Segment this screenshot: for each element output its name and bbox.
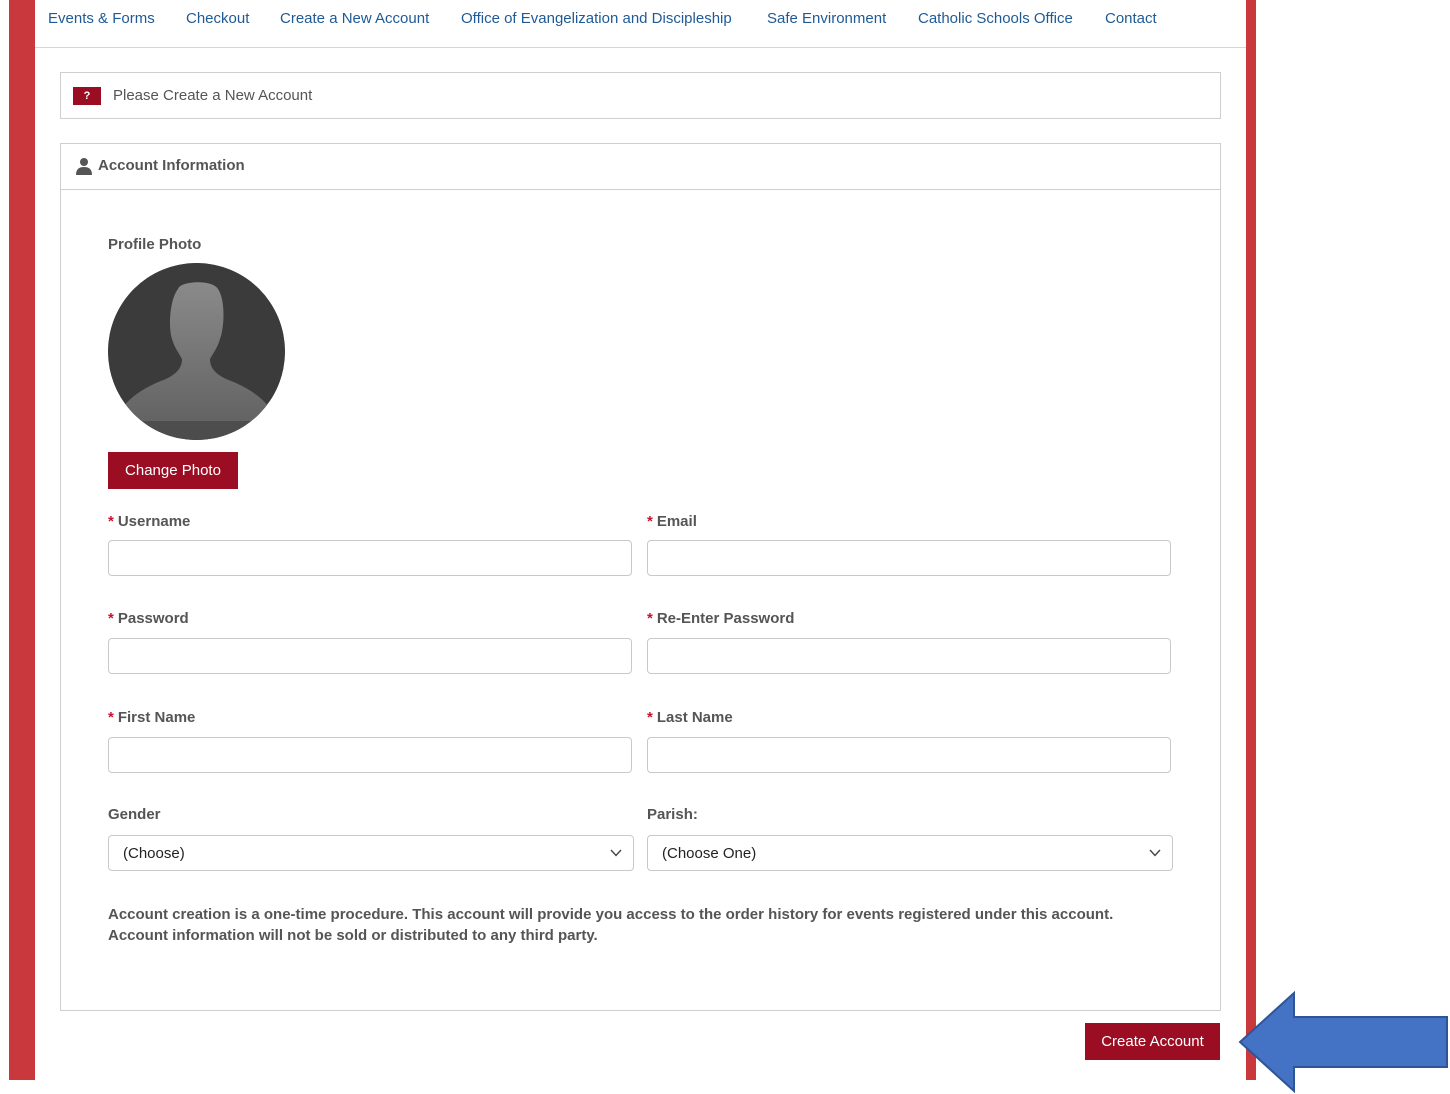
reenter-password-input[interactable] <box>647 638 1171 674</box>
default-avatar-icon <box>108 263 285 440</box>
email-input[interactable] <box>647 540 1171 576</box>
notice-text: Please Create a New Account <box>113 87 313 104</box>
first-name-label: * First Name <box>108 709 195 726</box>
pointer-arrow <box>1238 990 1448 1094</box>
nav-evangelization[interactable]: Office of Evangelization and Discipleshi… <box>461 10 732 27</box>
username-input[interactable] <box>108 540 632 576</box>
username-label: * Username <box>108 513 190 530</box>
required-mark: * <box>647 513 653 530</box>
parish-label: Parish: <box>647 806 698 823</box>
nav-events-forms[interactable]: Events & Forms <box>48 10 155 27</box>
reenter-password-label: * Re-Enter Password <box>647 610 794 627</box>
profile-photo-label: Profile Photo <box>108 236 202 253</box>
note-line-2: Account information will not be sold or … <box>108 927 598 944</box>
help-badge: ? <box>73 87 101 105</box>
profile-photo-avatar <box>108 263 285 440</box>
required-mark: * <box>108 709 114 726</box>
page: Events & Forms Checkout Create a New Acc… <box>35 0 1246 1094</box>
required-mark: * <box>647 610 653 627</box>
chevron-down-icon <box>1149 849 1161 857</box>
nav-contact[interactable]: Contact <box>1105 10 1157 27</box>
first-name-input[interactable] <box>108 737 632 773</box>
reenter-password-label-text: Re-Enter Password <box>656 610 795 627</box>
password-label-text: Password <box>117 610 189 627</box>
required-mark: * <box>647 709 653 726</box>
nav-catholic-schools[interactable]: Catholic Schools Office <box>918 10 1073 27</box>
account-information-panel: Account Information Profile Photo Change… <box>60 143 1221 1011</box>
nav-create-account[interactable]: Create a New Account <box>280 10 429 27</box>
required-mark: * <box>108 513 114 530</box>
last-name-label: * Last Name <box>647 709 733 726</box>
chevron-down-icon <box>610 849 622 857</box>
user-icon <box>76 158 92 175</box>
right-red-bar <box>1246 0 1256 1080</box>
change-photo-button[interactable]: Change Photo <box>108 452 238 489</box>
email-label: * Email <box>647 513 697 530</box>
create-account-button[interactable]: Create Account <box>1085 1023 1220 1060</box>
nav-safe-environment[interactable]: Safe Environment <box>767 10 886 27</box>
username-label-text: Username <box>117 513 191 530</box>
last-name-input[interactable] <box>647 737 1171 773</box>
password-input[interactable] <box>108 638 632 674</box>
password-label: * Password <box>108 610 189 627</box>
parish-select-value: (Choose One) <box>662 845 757 862</box>
last-name-label-text: Last Name <box>656 709 733 726</box>
create-account-notice: ? Please Create a New Account <box>60 72 1221 119</box>
required-mark: * <box>108 610 114 627</box>
note-line-1: Account creation is a one-time procedure… <box>108 906 1114 923</box>
gender-label: Gender <box>108 806 161 823</box>
parish-select[interactable]: (Choose One) <box>647 835 1173 871</box>
first-name-label-text: First Name <box>117 709 196 726</box>
left-red-bar <box>9 0 35 1080</box>
account-info-note: Account creation is a one-time procedure… <box>108 904 1188 946</box>
gender-select-value: (Choose) <box>123 845 185 862</box>
gender-select[interactable]: (Choose) <box>108 835 634 871</box>
nav-checkout[interactable]: Checkout <box>186 10 249 27</box>
panel-title: Account Information <box>98 157 245 174</box>
panel-header: Account Information <box>61 144 1220 190</box>
top-navigation: Events & Forms Checkout Create a New Acc… <box>35 0 1246 48</box>
email-label-text: Email <box>656 513 697 530</box>
